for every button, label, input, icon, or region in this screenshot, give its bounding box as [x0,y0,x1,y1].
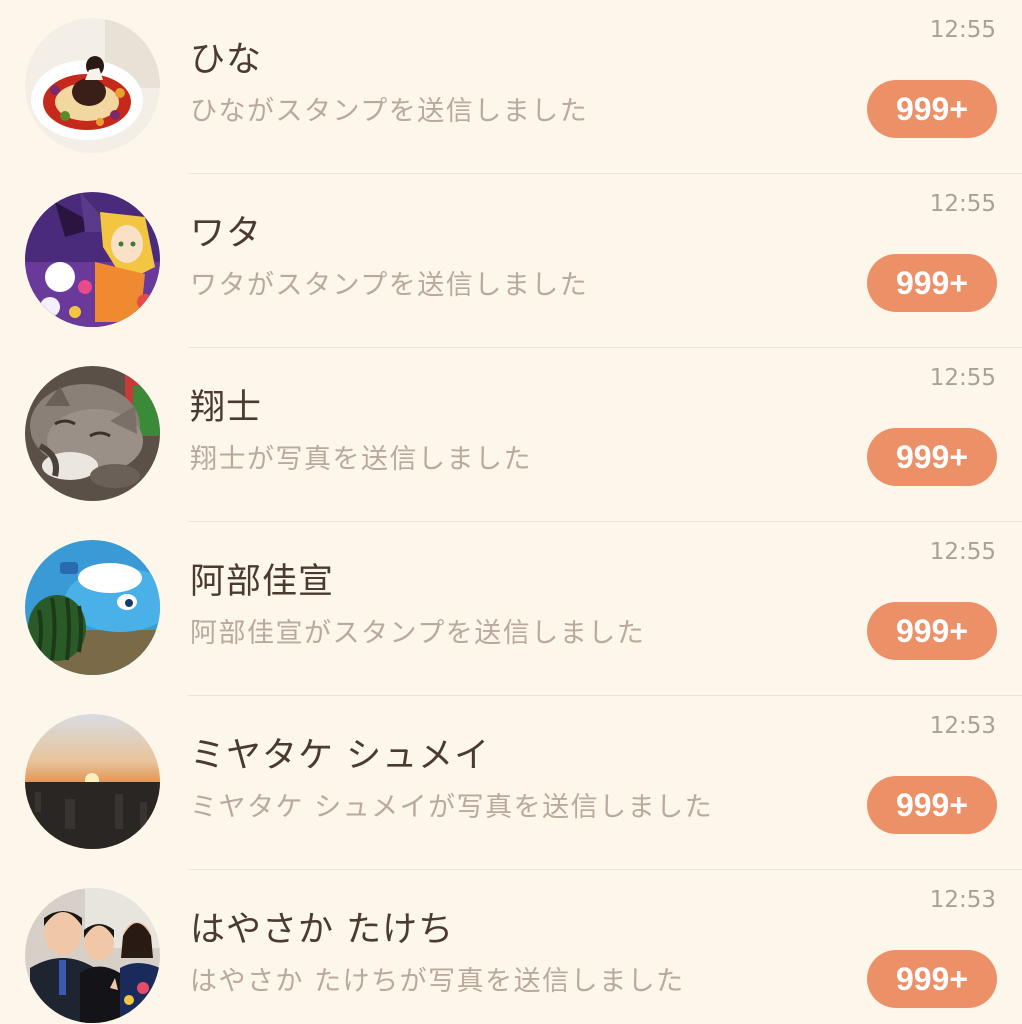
chat-preview: ミヤタケ シュメイが写真を送信しました [190,792,714,823]
avatar-dessert-photo[interactable] [25,18,160,153]
chat-preview: ひながスタンプを送信しました [190,96,589,127]
avatar-anime-illustration[interactable] [25,192,160,327]
chat-preview: ワタがスタンプを送信しました [190,270,589,301]
chat-row-hayasaka-takechi[interactable]: はやさか たけち はやさか たけちが写真を送信しました 12:53 999+ [0,870,1022,1024]
avatar-watermelon-photo[interactable] [25,540,160,675]
chat-name: 阿部佳宣 [190,562,335,602]
chat-preview: 翔士が写真を送信しました [190,444,532,475]
chat-list: ひな ひながスタンプを送信しました 12:55 999+ ワタ ワタがスタンプを… [0,0,1022,1024]
chat-row-miyatake-shumei[interactable]: ミヤタケ シュメイ ミヤタケ シュメイが写真を送信しました 12:53 999+ [0,696,1022,870]
unread-count-badge: 999+ [867,776,997,834]
unread-count-badge: 999+ [867,80,997,138]
chat-row-hina[interactable]: ひな ひながスタンプを送信しました 12:55 999+ [0,0,1022,174]
chat-name: 翔士 [190,388,263,428]
chat-name: ひな [190,40,263,80]
chat-timestamp: 12:55 [929,191,996,217]
avatar-sunset-photo[interactable] [25,714,160,849]
unread-count-badge: 999+ [867,950,997,1008]
chat-row-wata[interactable]: ワタ ワタがスタンプを送信しました 12:55 999+ [0,174,1022,348]
chat-name: ミヤタケ シュメイ [190,736,491,776]
chat-preview: はやさか たけちが写真を送信しました [190,966,685,997]
avatar-group-photo[interactable] [25,888,160,1023]
chat-preview: 阿部佳宣がスタンプを送信しました [190,618,646,649]
unread-count-badge: 999+ [867,602,997,660]
chat-timestamp: 12:55 [929,365,996,391]
chat-timestamp: 12:53 [929,887,996,913]
chat-row-shoji[interactable]: 翔士 翔士が写真を送信しました 12:55 999+ [0,348,1022,522]
chat-timestamp: 12:55 [929,539,996,565]
chat-name: はやさか たけち [190,910,455,950]
avatar-kittens-photo[interactable] [25,366,160,501]
chat-row-abe-yoshinobu[interactable]: 阿部佳宣 阿部佳宣がスタンプを送信しました 12:55 999+ [0,522,1022,696]
chat-timestamp: 12:53 [929,713,996,739]
unread-count-badge: 999+ [867,428,997,486]
chat-timestamp: 12:55 [929,17,996,43]
unread-count-badge: 999+ [867,254,997,312]
chat-name: ワタ [190,214,263,254]
